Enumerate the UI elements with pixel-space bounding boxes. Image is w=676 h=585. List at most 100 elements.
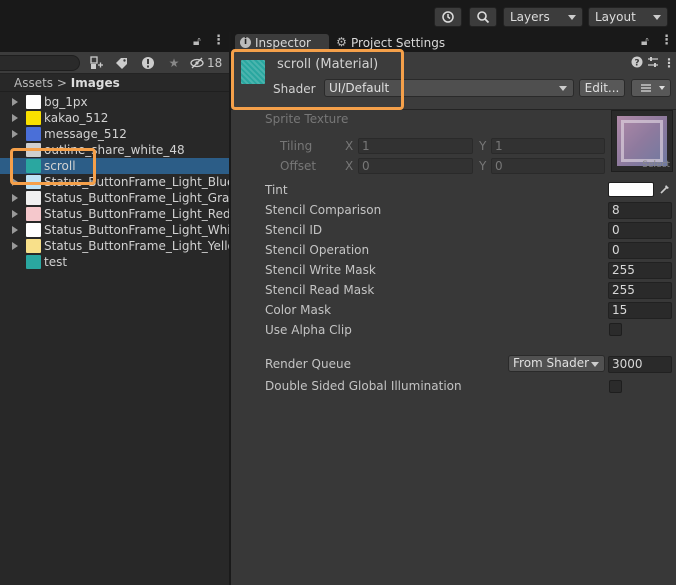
list-icon — [641, 84, 665, 92]
render-queue-field[interactable]: 3000 — [608, 356, 672, 373]
stencil-read-mask-field[interactable]: 255 — [608, 282, 672, 299]
stencil-comparison-label: Stencil Comparison — [265, 203, 382, 217]
offset-y-field[interactable]: 0 — [491, 158, 605, 174]
kebab-menu-icon[interactable]: ⋮ — [663, 56, 675, 70]
offset-x-label: X — [345, 159, 354, 173]
expand-arrow-icon[interactable] — [12, 114, 18, 122]
chevron-down-icon — [568, 15, 576, 20]
tiling-y-label: Y — [479, 139, 487, 153]
stencil-comparison-field[interactable]: 8 — [608, 202, 672, 219]
file-item[interactable]: bg_1px — [0, 94, 229, 110]
main-toolbar: Layers Layout — [0, 0, 676, 32]
search-button[interactable] — [469, 7, 497, 27]
double-sided-gi-label: Double Sided Global Illumination — [265, 379, 462, 393]
gear-icon: ⚙ — [336, 35, 347, 49]
layers-dropdown[interactable]: Layers — [503, 7, 583, 27]
color-mask-field[interactable]: 15 — [608, 302, 672, 319]
file-item[interactable]: Status_ButtonFrame_Light_Gray — [0, 190, 229, 206]
texture-icon — [26, 255, 41, 269]
eyedropper-icon[interactable] — [659, 182, 673, 197]
texture-icon — [26, 223, 41, 237]
file-item[interactable]: Status_ButtonFrame_Light_White — [0, 222, 229, 238]
expand-arrow-icon[interactable] — [12, 242, 18, 250]
kebab-menu-icon[interactable]: ⋮ — [660, 33, 673, 48]
breadcrumb: Assets > Images — [0, 74, 229, 92]
use-alpha-clip-checkbox[interactable] — [609, 323, 622, 336]
offset-label: Offset — [280, 159, 317, 173]
hidden-count-badge: 18 — [207, 56, 223, 70]
layout-dropdown[interactable]: Layout — [588, 7, 668, 27]
search-icon — [477, 11, 490, 24]
hidden-visibility-icon[interactable] — [190, 54, 204, 72]
stencil-write-mask-field[interactable]: 255 — [608, 262, 672, 279]
label-tag-icon[interactable] — [112, 54, 130, 72]
expand-arrow-icon[interactable] — [12, 194, 18, 202]
shader-options-button[interactable] — [631, 79, 671, 97]
inspector-panel: i Inspector ⚙ Project Settings 🔓︎ ⋮ scro… — [231, 32, 676, 585]
offset-y-label: Y — [479, 159, 487, 173]
selected-asset-highlight — [10, 148, 96, 185]
texture-icon — [26, 127, 41, 141]
file-name: message_512 — [44, 127, 127, 141]
expand-arrow-icon[interactable] — [12, 130, 18, 138]
file-name: Status_ButtonFrame_Light_Gray — [44, 191, 229, 205]
chevron-down-icon — [559, 86, 567, 91]
sprite-texture-slot[interactable]: Select — [611, 110, 673, 172]
layout-dropdown-label: Layout — [595, 10, 636, 24]
texture-icon — [26, 95, 41, 109]
info-icon: i — [240, 37, 251, 48]
breadcrumb-current[interactable]: Images — [71, 76, 120, 90]
tiling-x-field[interactable]: 1 — [358, 138, 473, 154]
tiling-label: Tiling — [280, 139, 313, 153]
project-toolbar: ★ 18 — [0, 52, 229, 74]
kebab-menu-icon[interactable]: ⋮ — [212, 33, 225, 48]
help-icon[interactable]: ? — [631, 56, 643, 71]
warning-filter-icon[interactable] — [139, 54, 157, 72]
expand-arrow-icon[interactable] — [12, 210, 18, 218]
svg-text:?: ? — [634, 59, 639, 69]
breadcrumb-separator: > — [56, 76, 67, 90]
file-item[interactable]: test — [0, 254, 229, 270]
render-queue-dropdown[interactable]: From Shader — [508, 355, 605, 372]
file-item[interactable]: message_512 — [0, 126, 229, 142]
breadcrumb-root[interactable]: Assets — [14, 76, 53, 90]
tiling-y-field[interactable]: 1 — [491, 138, 605, 154]
material-header-highlight — [231, 49, 404, 110]
texture-select-button[interactable]: Select — [642, 160, 670, 170]
stencil-read-mask-label: Stencil Read Mask — [265, 283, 375, 297]
project-tabbar: 🔓︎ ⋮ — [0, 32, 229, 52]
tab-inspector-label: Inspector — [255, 36, 311, 50]
preset-sliders-icon[interactable] — [647, 56, 659, 71]
expand-arrow-icon[interactable] — [12, 226, 18, 234]
history-button[interactable] — [434, 7, 462, 27]
stencil-id-field[interactable]: 0 — [608, 222, 672, 239]
texture-icon — [26, 207, 41, 221]
edit-shader-button[interactable]: Edit... — [579, 79, 625, 97]
lock-icon[interactable]: 🔓︎ — [641, 34, 649, 49]
history-icon — [442, 11, 454, 23]
layers-dropdown-label: Layers — [510, 10, 550, 24]
chevron-down-icon — [653, 15, 661, 20]
expand-arrow-icon[interactable] — [12, 98, 18, 106]
render-queue-mode: From Shader — [513, 356, 590, 370]
stencil-operation-field[interactable]: 0 — [608, 242, 672, 259]
create-icon[interactable] — [88, 54, 106, 72]
tint-label: Tint — [265, 183, 288, 197]
file-name: Status_ButtonFrame_Light_Red — [44, 207, 229, 221]
file-item[interactable]: kakao_512 — [0, 110, 229, 126]
tint-color-field[interactable] — [608, 182, 654, 197]
texture-icon — [26, 111, 41, 125]
stencil-id-label: Stencil ID — [265, 223, 323, 237]
file-item[interactable]: Status_ButtonFrame_Light_Yellow — [0, 238, 229, 254]
file-name: kakao_512 — [44, 111, 109, 125]
lock-icon[interactable]: 🔓︎ — [193, 34, 201, 49]
star-favorite-icon[interactable]: ★ — [165, 54, 183, 72]
file-name: Status_ButtonFrame_Light_White — [44, 223, 229, 237]
stencil-write-mask-label: Stencil Write Mask — [265, 263, 376, 277]
double-sided-gi-checkbox[interactable] — [609, 380, 622, 393]
project-search-input[interactable] — [0, 55, 80, 71]
file-name: test — [44, 255, 68, 269]
file-item[interactable]: Status_ButtonFrame_Light_Red — [0, 206, 229, 222]
offset-x-field[interactable]: 0 — [358, 158, 473, 174]
file-name: bg_1px — [44, 95, 88, 109]
